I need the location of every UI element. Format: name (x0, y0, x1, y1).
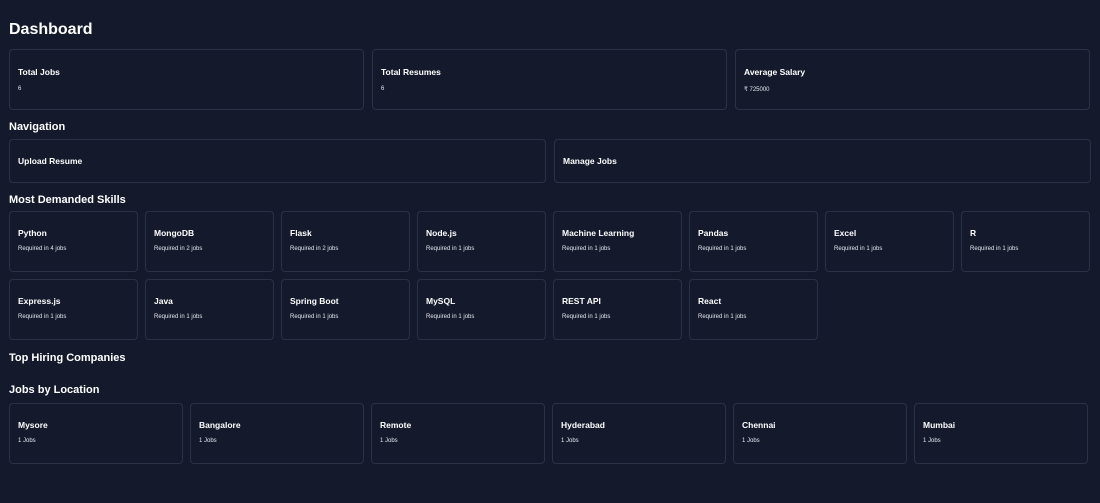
location-count: 1 Jobs (742, 438, 760, 444)
stat-value: 6 (18, 86, 22, 92)
dashboard-page: Dashboard Total Jobs 6 Total Resumes 6 A… (0, 0, 1100, 503)
location-city: Bangalore (199, 420, 241, 430)
skill-count: Required in 1 jobs (562, 314, 611, 320)
stat-card-average-salary: Average Salary ₹ 725000 (735, 49, 1090, 110)
skill-card: Flask Required in 2 jobs (281, 211, 410, 272)
location-card: Remote 1 Jobs (371, 403, 545, 464)
skill-name: MySQL (426, 296, 456, 306)
nav-label: Upload Resume (18, 156, 83, 166)
skill-count: Required in 1 jobs (970, 246, 1019, 252)
skills-section-title: Most Demanded Skills (9, 194, 126, 206)
upload-resume-button[interactable]: Upload Resume (9, 139, 546, 183)
skill-name: Spring Boot (290, 296, 339, 306)
nav-label: Manage Jobs (563, 156, 617, 166)
skill-name: R (970, 228, 977, 238)
skill-name: Machine Learning (562, 228, 635, 238)
skill-name: MongoDB (154, 228, 195, 238)
location-card: Bangalore 1 Jobs (190, 403, 364, 464)
stats-row: Total Jobs 6 Total Resumes 6 Average Sal… (9, 49, 1091, 110)
location-city: Mumbai (923, 420, 956, 430)
location-count: 1 Jobs (923, 438, 941, 444)
stat-value: ₹ 725000 (744, 87, 770, 93)
skill-card: Excel Required in 1 jobs (825, 211, 954, 272)
skill-count: Required in 1 jobs (698, 314, 747, 320)
page-title: Dashboard (9, 21, 93, 38)
skill-name: Node.js (426, 228, 457, 238)
stat-card-total-jobs: Total Jobs 6 (9, 49, 364, 110)
location-card: Chennai 1 Jobs (733, 403, 907, 464)
skill-card: REST API Required in 1 jobs (553, 279, 682, 340)
skill-count: Required in 1 jobs (290, 314, 339, 320)
skill-card: MongoDB Required in 2 jobs (145, 211, 274, 272)
skill-count: Required in 2 jobs (290, 246, 339, 252)
locations-section-title: Jobs by Location (9, 384, 100, 396)
skill-card: React Required in 1 jobs (689, 279, 818, 340)
skill-name: Python (18, 228, 47, 238)
stat-card-total-resumes: Total Resumes 6 (372, 49, 727, 110)
skill-name: Express.js (18, 296, 61, 306)
manage-jobs-button[interactable]: Manage Jobs (554, 139, 1091, 183)
stat-label: Total Resumes (381, 67, 441, 77)
skill-card: MySQL Required in 1 jobs (417, 279, 546, 340)
skill-count: Required in 1 jobs (426, 314, 475, 320)
location-card: Hyderabad 1 Jobs (552, 403, 726, 464)
skill-card: R Required in 1 jobs (961, 211, 1090, 272)
skill-count: Required in 1 jobs (18, 314, 67, 320)
stat-label: Total Jobs (18, 67, 60, 77)
skill-count: Required in 1 jobs (834, 246, 883, 252)
locations-grid: Mysore 1 Jobs Bangalore 1 Jobs Remote 1 Job… (9, 403, 1091, 464)
location-city: Mysore (18, 420, 48, 430)
location-count: 1 Jobs (561, 438, 579, 444)
skill-name: Flask (290, 228, 312, 238)
location-card: Mysore 1 Jobs (9, 403, 183, 464)
skill-name: Excel (834, 228, 857, 238)
skill-count: Required in 1 jobs (562, 246, 611, 252)
location-city: Remote (380, 420, 412, 430)
skill-count: Required in 1 jobs (154, 314, 203, 320)
skill-card: Pandas Required in 1 jobs (689, 211, 818, 272)
skill-card: Node.js Required in 1 jobs (417, 211, 546, 272)
location-count: 1 Jobs (380, 438, 398, 444)
navigation-row: Upload Resume Manage Jobs (9, 139, 1091, 183)
location-count: 1 Jobs (199, 438, 217, 444)
skill-card: Express.js Required in 1 jobs (9, 279, 138, 340)
skill-count: Required in 1 jobs (426, 246, 475, 252)
skills-grid: Python Required in 4 jobs MongoDB Required… (9, 211, 1091, 340)
skill-card: Spring Boot Required in 1 jobs (281, 279, 410, 340)
companies-section-title: Top Hiring Companies (9, 352, 126, 364)
skill-card: Machine Learning Required in 1 jobs (553, 211, 682, 272)
location-count: 1 Jobs (18, 438, 36, 444)
location-card: Mumbai 1 Jobs (914, 403, 1088, 464)
skill-name: React (698, 296, 722, 306)
location-city: Hyderabad (561, 420, 605, 430)
skill-name: Pandas (698, 228, 729, 238)
skill-name: REST API (562, 296, 601, 306)
skill-count: Required in 4 jobs (18, 246, 67, 252)
skill-count: Required in 2 jobs (154, 246, 203, 252)
skill-card: Python Required in 4 jobs (9, 211, 138, 272)
skill-name: Java (154, 296, 173, 306)
skill-count: Required in 1 jobs (698, 246, 747, 252)
location-city: Chennai (742, 420, 776, 430)
skill-card: Java Required in 1 jobs (145, 279, 274, 340)
navigation-section-title: Navigation (9, 121, 66, 133)
stat-value: 6 (381, 86, 385, 92)
stat-label: Average Salary (744, 67, 806, 77)
